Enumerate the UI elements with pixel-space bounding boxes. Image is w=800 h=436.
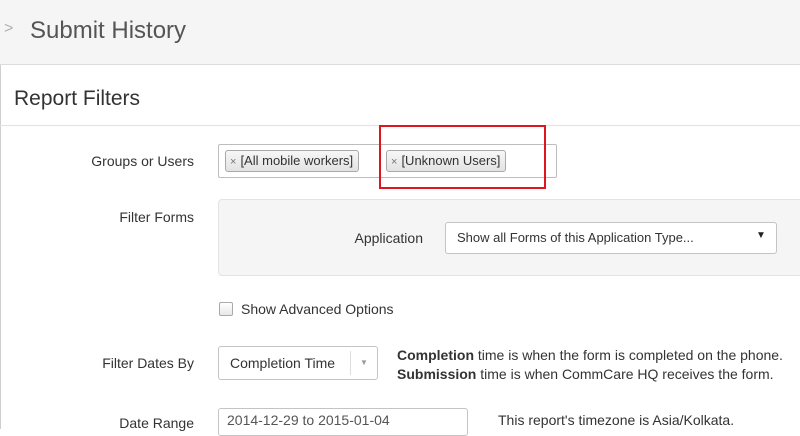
date-range-label: Date Range	[119, 415, 194, 431]
date-range-value: 2014-12-29 to 2015-01-04	[227, 412, 390, 428]
tag-label: [All mobile workers]	[240, 153, 354, 168]
filter-dates-value: Completion Time	[230, 355, 336, 371]
timezone-note: This report's timezone is Asia/Kolkata.	[498, 412, 735, 428]
filter-dates-label: Filter Dates By	[102, 355, 194, 371]
completion-help-text: Completion time is when the form is comp…	[397, 347, 783, 363]
dropdown-arrow-icon: ▼	[756, 230, 766, 241]
remove-tag-icon[interactable]: ×	[230, 156, 236, 168]
application-label: Application	[354, 230, 424, 246]
advanced-options-checkbox[interactable]	[219, 302, 233, 316]
report-filters-heading: Report Filters	[14, 87, 141, 110]
page-header: > Submit History	[0, 0, 800, 65]
advanced-options-label[interactable]: Show Advanced Options	[241, 301, 394, 317]
submission-help-text: Submission time is when CommCare HQ rece…	[397, 366, 774, 382]
dropdown-separator	[350, 351, 351, 375]
application-select-value: Show all Forms of this Application Type.…	[457, 230, 694, 245]
caret-down-icon: ▼	[360, 358, 368, 367]
page-title: Submit History	[30, 17, 187, 44]
groups-users-label: Groups or Users	[91, 153, 194, 169]
tag-all-mobile-workers[interactable]: × [All mobile workers]	[225, 150, 360, 172]
highlight-box	[379, 125, 546, 189]
filter-dates-dropdown[interactable]: Completion Time ▼	[218, 346, 378, 380]
filter-forms-label: Filter Forms	[119, 209, 194, 225]
chevron-right-icon[interactable]: >	[4, 20, 13, 38]
application-select[interactable]: Show all Forms of this Application Type.…	[445, 222, 777, 254]
date-range-input[interactable]: 2014-12-29 to 2015-01-04	[218, 408, 468, 436]
